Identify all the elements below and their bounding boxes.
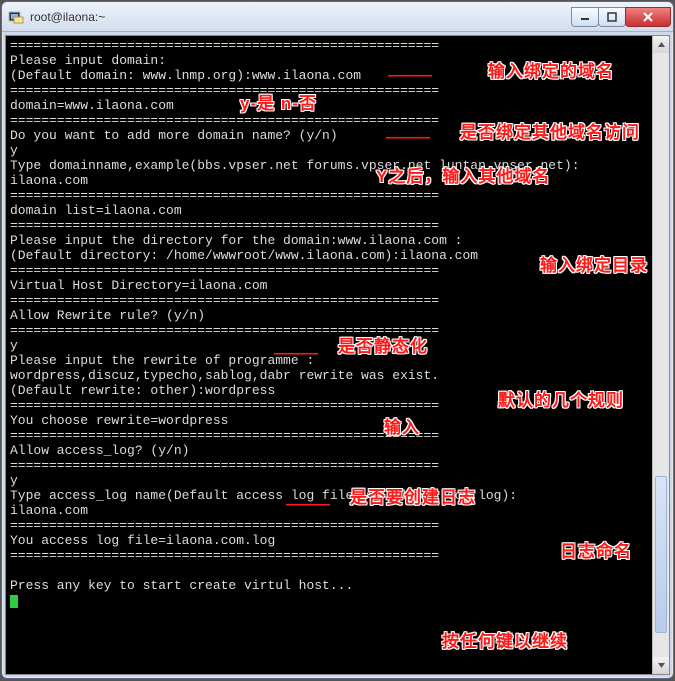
terminal-cursor <box>10 595 18 608</box>
term-line: Allow access_log? (y/n) <box>10 443 189 458</box>
minimize-icon <box>580 12 590 22</box>
term-line: ========================================… <box>10 263 439 278</box>
term-line: (Default rewrite: other):wordpress <box>10 383 275 398</box>
vertical-scrollbar[interactable] <box>652 36 669 674</box>
term-line: ========================================… <box>10 458 439 473</box>
scroll-track[interactable] <box>653 53 669 657</box>
term-line: ========================================… <box>10 38 439 53</box>
annotation-mark: ——— <box>274 346 316 361</box>
term-line: y <box>10 338 18 353</box>
close-icon <box>642 12 654 22</box>
annotation-mark: ——— <box>388 68 430 83</box>
scroll-up-button[interactable] <box>653 36 669 53</box>
app-window: root@ilaona:~ ==========================… <box>1 1 674 679</box>
term-line: ========================================… <box>10 428 439 443</box>
term-line: wordpress,discuz,typecho,sablog,dabr rew… <box>10 368 439 383</box>
maximize-icon <box>607 12 617 22</box>
scroll-thumb[interactable] <box>655 476 667 633</box>
term-line: (Default domain: www.lnmp.org):www.ilaon… <box>10 68 361 83</box>
term-line: ========================================… <box>10 518 439 533</box>
titlebar[interactable]: root@ilaona:~ <box>2 2 673 32</box>
term-line: You choose rewrite=wordpress <box>10 413 228 428</box>
term-line: y <box>10 473 18 488</box>
annotation: 日志命名 <box>560 544 632 559</box>
annotation: Y之后，输入其他域名 <box>376 169 550 184</box>
term-line: Do you want to add more domain name? (y/… <box>10 128 338 143</box>
term-line: Press any key to start create virtul hos… <box>10 578 353 593</box>
annotation: 默认的几个规则 <box>498 393 624 408</box>
term-line: Virtual Host Directory=ilaona.com <box>10 278 267 293</box>
term-line: ========================================… <box>10 398 439 413</box>
term-line: Please input the directory for the domai… <box>10 233 462 248</box>
term-line: Please input domain: <box>10 53 166 68</box>
term-line: ========================================… <box>10 83 439 98</box>
window-title: root@ilaona:~ <box>30 10 572 24</box>
term-line: (Default directory: /home/wwwroot/www.il… <box>10 248 478 263</box>
annotation: 是否静态化 <box>338 339 428 354</box>
term-line: ========================================… <box>10 188 439 203</box>
terminal-area[interactable]: ========================================… <box>5 35 670 675</box>
putty-icon <box>8 9 24 25</box>
close-button[interactable] <box>625 7 671 27</box>
annotation-mark: ——— <box>286 497 328 512</box>
annotation: 是否绑定其他域名访问 <box>460 125 640 140</box>
annotation-mark: ——— <box>386 130 428 145</box>
chevron-down-icon <box>657 661 666 670</box>
annotation: 按任何键以继续 <box>442 634 568 649</box>
maximize-button[interactable] <box>598 7 626 27</box>
term-line: ========================================… <box>10 113 439 128</box>
window-controls <box>572 7 671 27</box>
term-line: ilaona.com <box>10 173 88 188</box>
scroll-down-button[interactable] <box>653 657 669 674</box>
term-line: ========================================… <box>10 323 439 338</box>
term-line: ilaona.com <box>10 503 88 518</box>
annotation: 输入 <box>384 420 420 435</box>
annotation: y-是 n-否 <box>240 96 317 111</box>
annotation: 是否要创建日志 <box>350 490 476 505</box>
term-line: y <box>10 143 18 158</box>
term-line: ========================================… <box>10 293 439 308</box>
term-line: ========================================… <box>10 218 439 233</box>
term-line: Allow Rewrite rule? (y/n) <box>10 308 205 323</box>
annotation: 输入绑定的域名 <box>488 64 614 79</box>
term-line: You access log file=ilaona.com.log <box>10 533 275 548</box>
annotation: 输入绑定目录 <box>540 258 648 273</box>
term-line: domain=www.ilaona.com <box>10 98 174 113</box>
term-line: ========================================… <box>10 548 439 563</box>
term-line: domain list=ilaona.com <box>10 203 182 218</box>
minimize-button[interactable] <box>571 7 599 27</box>
term-line: Please input the rewrite of programme : <box>10 353 314 368</box>
chevron-up-icon <box>657 40 666 49</box>
